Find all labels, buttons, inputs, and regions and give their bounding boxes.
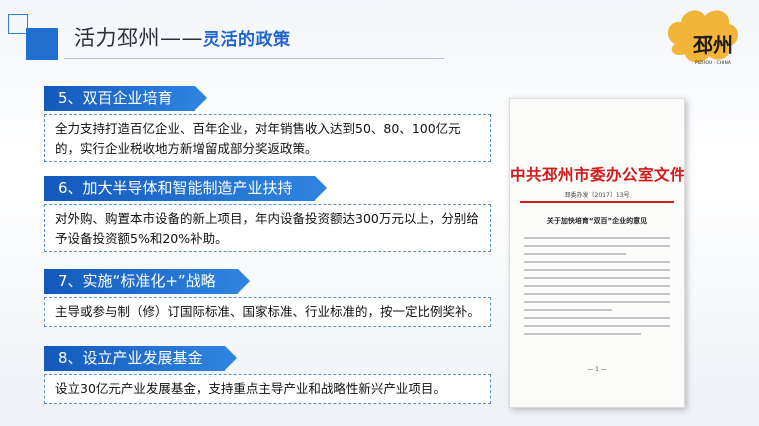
section-heading: 5、双百企业培育 <box>44 86 207 111</box>
header-decoration-square <box>26 28 58 60</box>
section-body: 全力支持打造百亿企业、百年企业，对年销售收入达到50、80、100亿元的，实行企… <box>44 114 491 162</box>
header-divider <box>64 58 444 59</box>
section-heading: 8、设立产业发展基金 <box>44 346 237 371</box>
policy-section-7: 7、实施“标准化+”战略 主导或参与制（修）订国际标准、国家标准、行业标准的，按… <box>44 269 491 327</box>
document-page-number: — 1 — <box>587 366 607 373</box>
page-title: 活力邳州——灵活的政策 <box>74 22 291 52</box>
header-decoration-outline <box>8 14 28 34</box>
policy-section-6: 6、加大半导体和智能制造产业扶持 对外购、购置本市设备的新上项目，年内设备投资额… <box>44 176 491 252</box>
section-body: 设立30亿元产业发展基金，支持重点主导产业和战略性新兴产业项目。 <box>44 374 491 404</box>
policy-section-8: 8、设立产业发展基金 设立30亿元产业发展基金，支持重点主导产业和战略性新兴产业… <box>44 346 491 404</box>
policy-section-5: 5、双百企业培育 全力支持打造百亿企业、百年企业，对年销售收入达到50、80、1… <box>44 86 491 162</box>
page-title-sub: 灵活的政策 <box>203 30 291 50</box>
document-number: 邳委办发〔2017〕13号 <box>564 192 630 199</box>
section-heading: 7、实施“标准化+”战略 <box>44 269 250 294</box>
document-red-rule <box>520 201 674 203</box>
document-title: 关于加快培育“双百”企业的意见 <box>546 217 648 225</box>
svg-text:邳州: 邳州 <box>692 33 733 57</box>
document-heading: 中共邳州市委办公室文件 <box>510 165 685 184</box>
svg-text:PIZHOU · CHINA: PIZHOU · CHINA <box>695 60 732 66</box>
section-body: 主导或参与制（修）订国际标准、国家标准、行业标准的，按一定比例奖补。 <box>44 297 491 327</box>
pizhou-logo: 邳州 PIZHOU · CHINA <box>653 4 745 78</box>
document-text-lines <box>524 237 670 341</box>
page-title-main: 活力邳州—— <box>74 26 203 50</box>
section-body: 对外购、购置本市设备的新上项目，年内设备投资额达300万元以上，分别给予设备投资… <box>44 204 491 252</box>
policy-document-image: 中共邳州市委办公室文件 邳委办发〔2017〕13号 关于加快培育“双百”企业的意… <box>509 98 685 408</box>
section-heading: 6、加大半导体和智能制造产业扶持 <box>44 176 327 201</box>
